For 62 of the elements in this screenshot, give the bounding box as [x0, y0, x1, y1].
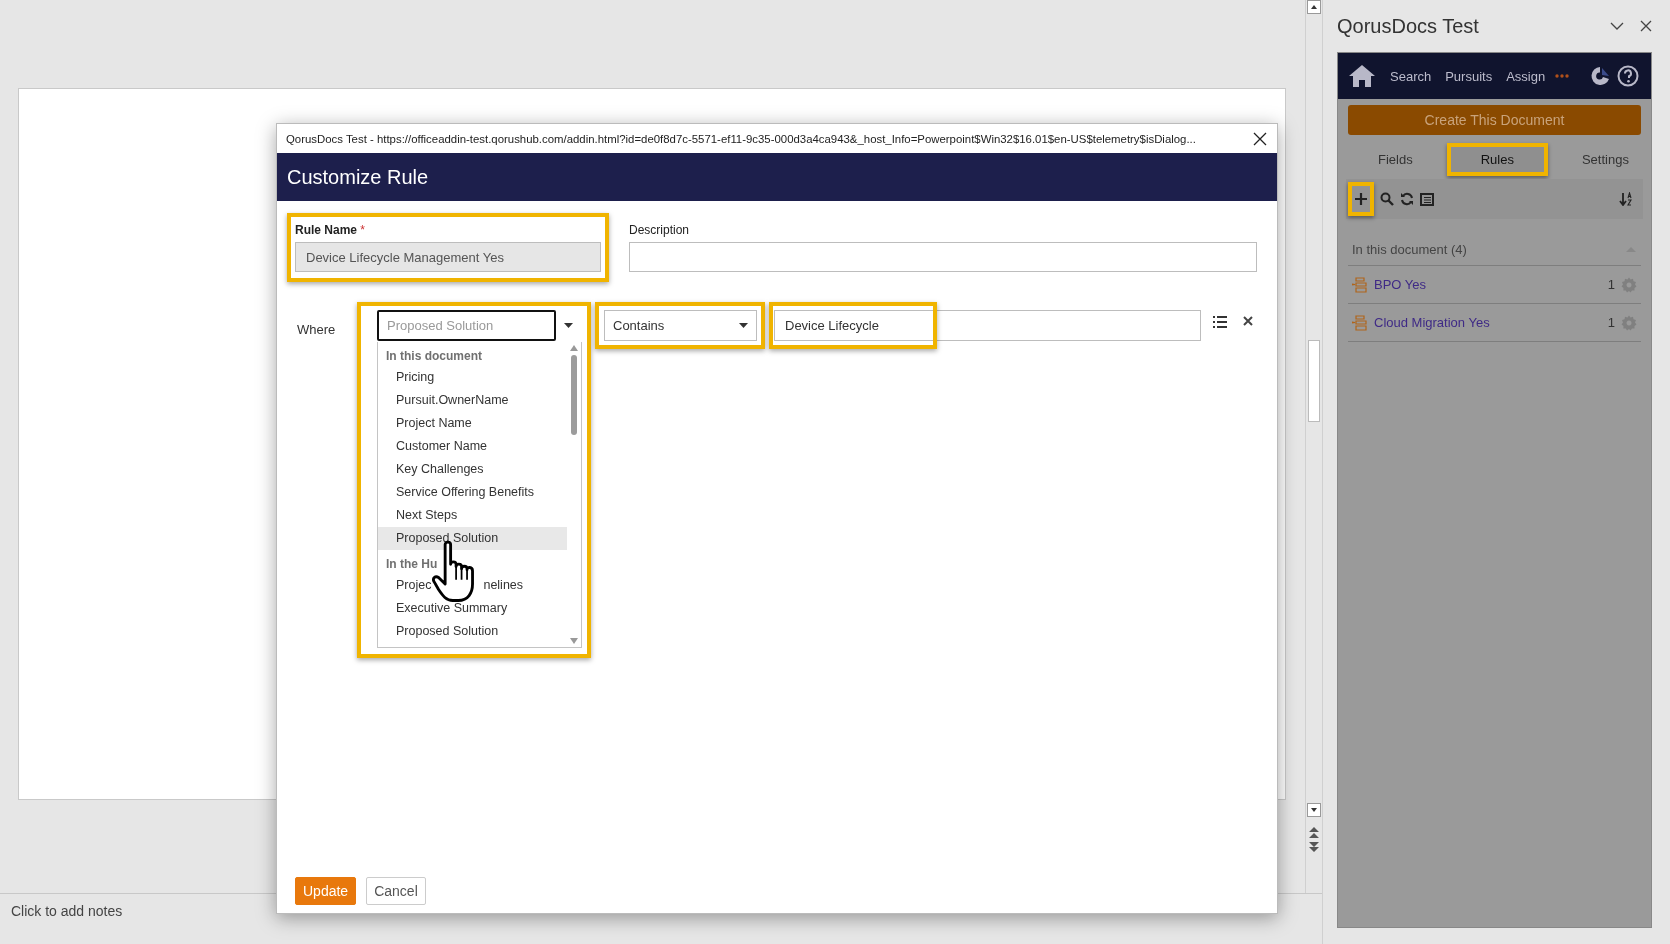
group-header: In this document: [385, 348, 483, 365]
list-view-icon[interactable]: [1420, 192, 1434, 206]
dropdown-item[interactable]: Proposed Solution: [378, 527, 567, 550]
dropdown-item[interactable]: Projec nelines: [378, 574, 567, 597]
section-header[interactable]: In this document (4): [1348, 233, 1641, 266]
scroll-down-icon[interactable]: [1307, 803, 1321, 817]
sort-icon[interactable]: [1619, 192, 1633, 206]
logo-icon[interactable]: [1589, 65, 1612, 87]
more-icon[interactable]: [1555, 74, 1570, 78]
rule-icon: [1352, 276, 1368, 293]
scroll-thumb[interactable]: [571, 355, 577, 435]
field-combobox[interactable]: Proposed Solution: [377, 310, 556, 341]
window-title: QorusDocs Test - https://officeaddin-test.qorushub.com/addin.html?id=de0f8d7c-5571-ef11-9c35-000d3a4ca943&_host_Info=Powerpoint$Win32$16.01$en-US$telemetry$isDialog...: [286, 132, 1197, 145]
dropdown-item[interactable]: Pursuit.OwnerName: [378, 389, 567, 412]
operator-select[interactable]: Contains: [604, 310, 757, 341]
pane-title: QorusDocs Test: [1337, 14, 1480, 38]
rule-count: 1: [1607, 277, 1615, 292]
scroll-up-icon[interactable]: [1307, 0, 1321, 14]
value-field[interactable]: Device Lifecycle: [774, 310, 1201, 341]
list-icon[interactable]: [1213, 316, 1227, 328]
plus-icon: [1354, 192, 1368, 206]
rule-count: 1: [1607, 315, 1615, 330]
dropdown-item[interactable]: Proposed Solution: [378, 620, 567, 643]
dropdown-item[interactable]: Customer Name: [378, 435, 567, 458]
dropdown-item[interactable]: Project Name: [378, 412, 567, 435]
rule-name-field[interactable]: Device Lifecycle Management Yes: [295, 242, 601, 272]
nav-link[interactable]: Search: [1390, 68, 1432, 84]
previous-slide-icon[interactable]: [1309, 827, 1319, 839]
dropdown-item[interactable]: Key Challenges: [378, 458, 567, 481]
remove-icon[interactable]: [1243, 316, 1253, 326]
dialog-title: Customize Rule: [287, 165, 429, 189]
search-icon[interactable]: [1380, 192, 1394, 206]
dropdown-item[interactable]: Next Steps: [378, 504, 567, 527]
rule-link[interactable]: Cloud Migration Yes: [1374, 315, 1602, 330]
dropdown-item[interactable]: Executive Summary: [378, 597, 567, 620]
refresh-icon[interactable]: [1400, 192, 1414, 206]
field-label: Description: [629, 223, 691, 237]
nav-link[interactable]: Pursuits: [1445, 68, 1493, 84]
cancel-button[interactable]: Cancel: [366, 877, 426, 905]
home-icon[interactable]: [1348, 64, 1376, 88]
dropdown-item[interactable]: Pricing: [378, 366, 567, 389]
close-icon[interactable]: [1640, 20, 1652, 32]
help-icon[interactable]: [1617, 65, 1640, 87]
group-header: In the Hu: [385, 556, 439, 573]
dropdown-item[interactable]: Service Offering Benefits: [378, 481, 567, 504]
rule-icon: [1352, 314, 1368, 331]
add-button[interactable]: [1348, 182, 1374, 216]
description-field[interactable]: [629, 242, 1257, 272]
tab[interactable]: Fields: [1344, 142, 1447, 176]
scroll-thumb[interactable]: [1308, 340, 1320, 422]
section-title: In this document (4): [1352, 241, 1468, 257]
field-label: Rule Name *: [295, 223, 367, 237]
close-icon[interactable]: [1253, 131, 1267, 146]
chevron-down-icon[interactable]: [1610, 22, 1624, 30]
where-label: Where: [296, 321, 337, 337]
tab[interactable]: Rules: [1446, 142, 1548, 176]
dropdown-caret-icon[interactable]: [739, 323, 748, 328]
dropdown-caret-icon[interactable]: [564, 323, 573, 328]
next-slide-icon[interactable]: [1309, 841, 1319, 853]
nav-link[interactable]: Assign: [1506, 68, 1546, 84]
tab[interactable]: Settings: [1547, 142, 1663, 176]
rule-link[interactable]: BPO Yes: [1374, 277, 1602, 292]
